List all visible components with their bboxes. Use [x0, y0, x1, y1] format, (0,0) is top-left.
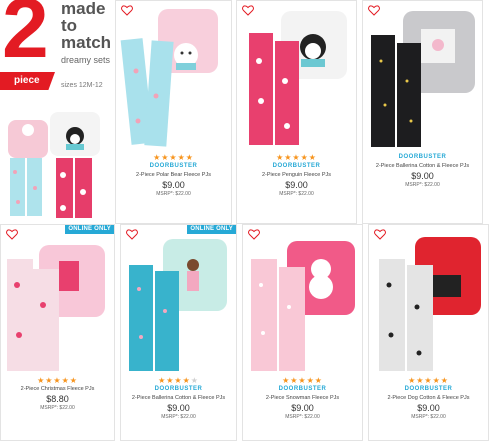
- product-name[interactable]: 2-Piece Ballerina Cotton & Fleece PJs: [363, 162, 482, 170]
- promo-big-number: 2: [2, 0, 49, 75]
- rating-stars: ★★★★★: [282, 376, 323, 385]
- product-name[interactable]: 2-Piece Christmas Fleece PJs: [1, 385, 114, 393]
- product-image: [129, 239, 227, 371]
- product-info: ★★★★★ 2-Piece Christmas Fleece PJs $8.80 MS…: [1, 376, 114, 412]
- product-image: [120, 9, 218, 147]
- product-card[interactable]: ★★★★★ DOORBUSTER 2-Piece Polar Bear Fleece…: [115, 0, 232, 224]
- product-info: ★★★★★ DOORBUSTER 2-Piece Polar Bear Fleece…: [116, 153, 231, 198]
- product-image: [251, 241, 355, 371]
- product-msrp: MSRP*: $22.00: [411, 414, 446, 420]
- online-only-badge: ONLINE ONLY: [187, 225, 236, 234]
- promo-headline: made to match: [61, 0, 112, 52]
- product-name[interactable]: 2-Piece Dog Cotton & Fleece PJs: [369, 394, 488, 402]
- product-name[interactable]: 2-Piece Snowman Fleece PJs: [243, 394, 362, 402]
- product-card[interactable]: ★★★★★ 2-Piece Christmas Fleece PJs $8.80 MS…: [0, 224, 115, 441]
- product-msrp: MSRP*: $22.00: [161, 414, 196, 420]
- product-msrp: MSRP*: $22.00: [279, 191, 314, 197]
- product-info: ★★★★★ DOORBUSTER 2-Piece Penguin Fleece PJ…: [237, 153, 356, 198]
- product-image: [7, 245, 105, 371]
- product-msrp: MSRP*: $22.00: [285, 414, 320, 420]
- product-info: DOORBUSTER 2-Piece Ballerina Cotton & Fle…: [363, 153, 482, 189]
- promo-banner[interactable]: 2 piece made to match dreamy sets sizes …: [0, 0, 115, 224]
- doorbuster-tag: DOORBUSTER: [278, 386, 327, 392]
- product-card[interactable]: DOORBUSTER 2-Piece Ballerina Cotton & Fle…: [362, 0, 483, 224]
- rating-stars: ★★★★★: [408, 376, 449, 385]
- product-price: $9.00: [411, 171, 434, 181]
- product-name[interactable]: 2-Piece Penguin Fleece PJs: [237, 171, 356, 179]
- product-image: [371, 11, 475, 147]
- online-only-badge: ONLINE ONLY: [65, 225, 114, 234]
- product-msrp: MSRP*: $22.00: [405, 182, 440, 188]
- rating-stars: ★★★★★: [153, 153, 194, 162]
- doorbuster-tag: DOORBUSTER: [149, 163, 198, 169]
- promo-piece-tag: piece: [0, 72, 55, 90]
- product-price: $9.00: [291, 403, 314, 413]
- product-card[interactable]: ★★★★★ DOORBUSTER 2-Piece Dog Cotton & Flee…: [368, 224, 489, 441]
- product-card[interactable]: ★★★★★ DOORBUSTER 2-Piece Snowman Fleece PJ…: [242, 224, 363, 441]
- product-image: [379, 237, 481, 371]
- product-price: $9.00: [167, 403, 190, 413]
- doorbuster-tag: DOORBUSTER: [272, 163, 321, 169]
- product-msrp: MSRP*: $22.00: [156, 191, 191, 197]
- product-price: $8.80: [46, 394, 69, 404]
- product-info: ★★★★★ DOORBUSTER 2-Piece Dog Cotton & Flee…: [369, 376, 488, 421]
- rating-stars: ★★★★★: [276, 153, 317, 162]
- promo-image: [8, 112, 100, 218]
- product-info: ★★★★★ DOORBUSTER 2-Piece Snowman Fleece PJ…: [243, 376, 362, 421]
- product-name[interactable]: 2-Piece Polar Bear Fleece PJs: [116, 171, 231, 179]
- product-price: $9.00: [417, 403, 440, 413]
- doorbuster-tag: DOORBUSTER: [398, 154, 447, 160]
- product-price: $9.00: [162, 180, 185, 190]
- rating-stars: ★★★★★: [37, 376, 78, 385]
- product-image: [249, 11, 347, 145]
- doorbuster-tag: DOORBUSTER: [404, 386, 453, 392]
- product-name[interactable]: 2-Piece Ballerina Cotton & Fleece PJs: [121, 394, 236, 402]
- product-card[interactable]: ★★★★★ DOORBUSTER 2-Piece Penguin Fleece PJ…: [236, 0, 357, 224]
- promo-subhead: dreamy sets: [61, 55, 111, 65]
- product-card[interactable]: ★★★★★ DOORBUSTER 2-Piece Ballerina Cotton …: [120, 224, 237, 441]
- doorbuster-tag: DOORBUSTER: [154, 386, 203, 392]
- promo-sizes: sizes 12M-12: [61, 82, 103, 89]
- rating-stars: ★★★★★: [158, 376, 199, 385]
- product-info: ★★★★★ DOORBUSTER 2-Piece Ballerina Cotton …: [121, 376, 236, 421]
- product-price: $9.00: [285, 180, 308, 190]
- product-msrp: MSRP*: $22.00: [40, 405, 75, 411]
